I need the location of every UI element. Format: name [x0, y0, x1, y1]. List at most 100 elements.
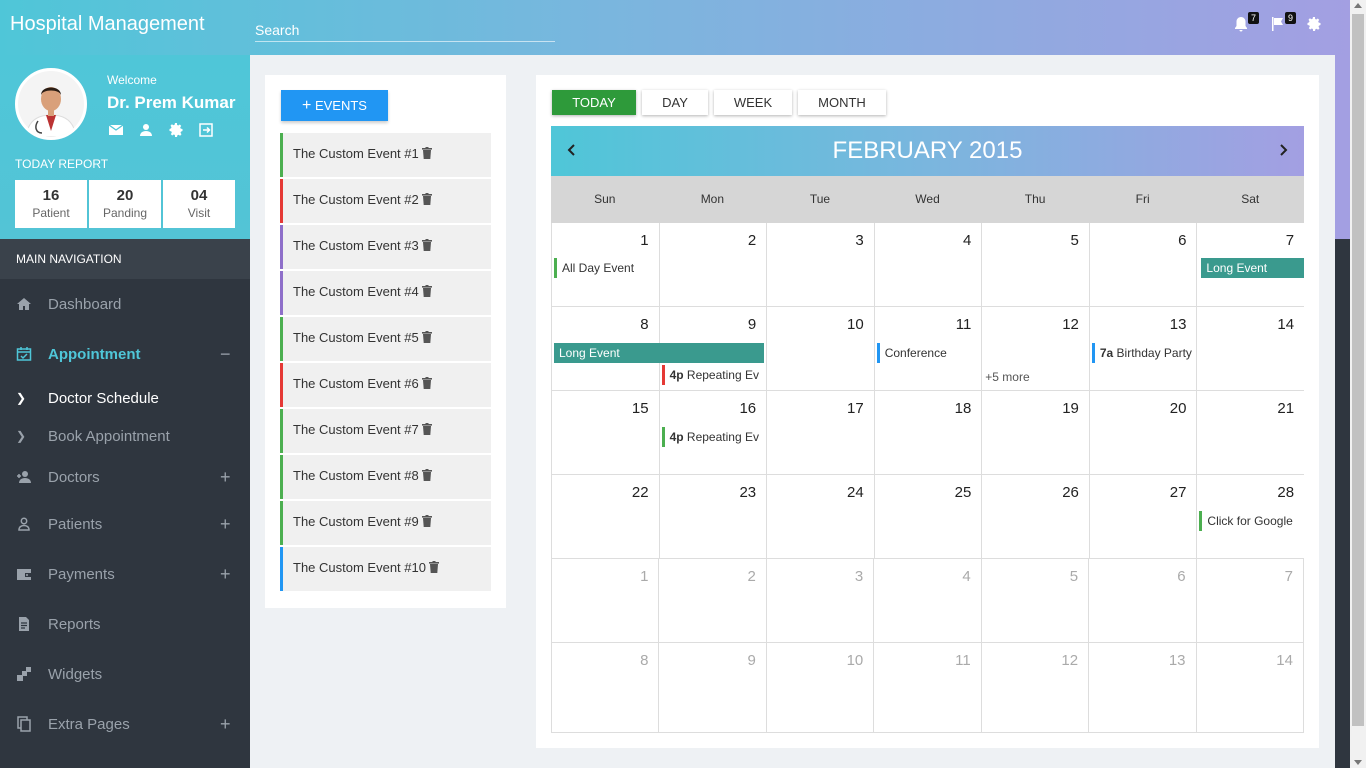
- scroll-down-icon[interactable]: [1354, 760, 1362, 765]
- event-label: The Custom Event #8: [293, 468, 419, 483]
- event-item[interactable]: The Custom Event #9: [280, 501, 491, 545]
- calendar-day[interactable]: 4: [873, 559, 980, 642]
- calendar-day[interactable]: 21: [1196, 391, 1304, 474]
- trash-icon[interactable]: [421, 423, 432, 435]
- bell-icon[interactable]: 7: [1233, 12, 1259, 34]
- nav-doctors[interactable]: Doctors +: [0, 455, 250, 499]
- event-item[interactable]: The Custom Event #2: [280, 179, 491, 223]
- calendar-day[interactable]: 2: [658, 559, 765, 642]
- calendar-day[interactable]: 22: [551, 475, 659, 558]
- calendar-day[interactable]: 2: [658, 223, 767, 306]
- collapse-icon[interactable]: −: [220, 344, 231, 365]
- calendar-day[interactable]: 19: [981, 391, 1089, 474]
- calendar-day[interactable]: 20: [1088, 391, 1197, 474]
- event-item[interactable]: The Custom Event #6: [280, 363, 491, 407]
- scroll-up-icon[interactable]: [1354, 3, 1362, 8]
- event-long[interactable]: Long Event: [1201, 258, 1304, 278]
- trash-icon[interactable]: [428, 561, 439, 573]
- event-all-day[interactable]: All Day Event: [554, 258, 654, 278]
- calendar-day[interactable]: 7: [1195, 559, 1304, 642]
- calendar-day[interactable]: 25: [873, 475, 982, 558]
- calendar-day[interactable]: 23: [658, 475, 767, 558]
- trash-icon[interactable]: [421, 239, 432, 251]
- flag-icon[interactable]: 9: [1270, 12, 1296, 34]
- calendar-day[interactable]: 27: [1088, 475, 1197, 558]
- calendar-day[interactable]: 26: [981, 475, 1089, 558]
- nav-book-appointment[interactable]: ❯ Book Appointment: [0, 417, 250, 455]
- calendar-day[interactable]: 11: [873, 643, 980, 732]
- event-conference[interactable]: Conference: [876, 343, 980, 363]
- nav-payments[interactable]: Payments +: [0, 549, 250, 599]
- trash-icon[interactable]: [421, 285, 432, 297]
- calendar-day[interactable]: 18: [873, 391, 982, 474]
- mail-icon[interactable]: [108, 122, 124, 138]
- search-input[interactable]: [255, 18, 555, 42]
- expand-icon[interactable]: +: [220, 514, 231, 535]
- prev-month-icon[interactable]: [565, 143, 579, 157]
- gear-icon[interactable]: [1306, 16, 1324, 34]
- event-birthday[interactable]: 7a Birthday Party: [1091, 343, 1195, 363]
- event-item[interactable]: The Custom Event #7: [280, 409, 491, 453]
- logout-icon[interactable]: [198, 122, 214, 138]
- nav-dashboard[interactable]: Dashboard: [0, 279, 250, 329]
- event-item[interactable]: The Custom Event #1: [280, 133, 491, 177]
- calendar-day[interactable]: 12: [980, 643, 1088, 732]
- expand-icon[interactable]: +: [220, 467, 231, 488]
- nav-patients[interactable]: Patients +: [0, 499, 250, 549]
- calendar-day[interactable]: 13: [1088, 643, 1195, 732]
- event-repeating[interactable]: 4p Repeating Ev: [661, 427, 765, 447]
- calendar-day[interactable]: 14: [1195, 643, 1304, 732]
- add-events-button[interactable]: + EVENTS: [281, 90, 388, 121]
- calendar-day[interactable]: 24: [766, 475, 874, 558]
- trash-icon[interactable]: [421, 147, 432, 159]
- expand-icon[interactable]: +: [220, 714, 231, 735]
- month-view-button[interactable]: MONTH: [798, 90, 886, 115]
- event-item[interactable]: The Custom Event #4: [280, 271, 491, 315]
- trash-icon[interactable]: [421, 377, 432, 389]
- next-month-icon[interactable]: [1276, 143, 1290, 157]
- calendar-day[interactable]: 3: [765, 559, 873, 642]
- calendar-day[interactable]: 14: [1196, 307, 1304, 390]
- nav-reports[interactable]: Reports: [0, 599, 250, 649]
- calendar-day[interactable]: 10: [766, 307, 874, 390]
- calendar-day[interactable]: 8: [551, 643, 658, 732]
- event-google[interactable]: Click for Google: [1199, 511, 1302, 531]
- events-list: The Custom Event #1 The Custom Event #2 Th…: [280, 133, 491, 593]
- events-panel: + EVENTS The Custom Event #1 The Custom E…: [265, 75, 506, 608]
- expand-icon[interactable]: +: [220, 564, 231, 585]
- trash-icon[interactable]: [421, 331, 432, 343]
- today-button[interactable]: TODAY: [552, 90, 636, 115]
- nav-widgets[interactable]: Widgets: [0, 649, 250, 699]
- calendar-day[interactable]: 5: [981, 223, 1089, 306]
- week-view-button[interactable]: WEEK: [714, 90, 792, 115]
- nav-doctor-schedule[interactable]: ❯ Doctor Schedule: [0, 379, 250, 417]
- calendar-day[interactable]: 15: [551, 391, 659, 474]
- trash-icon[interactable]: [421, 515, 432, 527]
- event-item[interactable]: The Custom Event #5: [280, 317, 491, 361]
- person-icon: [16, 516, 32, 532]
- event-item[interactable]: The Custom Event #10: [280, 547, 491, 591]
- calendar-day[interactable]: 4: [873, 223, 982, 306]
- settings-icon[interactable]: [168, 122, 184, 138]
- user-icon[interactable]: [138, 122, 154, 138]
- calendar-day[interactable]: 10: [765, 643, 873, 732]
- calendar-day[interactable]: 1: [551, 559, 658, 642]
- nav-extra-pages[interactable]: Extra Pages +: [0, 699, 250, 749]
- event-repeating[interactable]: 4p Repeating Ev: [661, 365, 765, 385]
- event-long[interactable]: Long Event: [554, 343, 765, 363]
- event-item[interactable]: The Custom Event #8: [280, 455, 491, 499]
- calendar-day[interactable]: 17: [766, 391, 874, 474]
- calendar-day[interactable]: 6: [1088, 559, 1195, 642]
- trash-icon[interactable]: [421, 193, 432, 205]
- nav-appointment[interactable]: Appointment −: [0, 329, 250, 379]
- calendar-day[interactable]: 6: [1088, 223, 1197, 306]
- day-view-button[interactable]: DAY: [642, 90, 708, 115]
- event-item[interactable]: The Custom Event #3: [280, 225, 491, 269]
- trash-icon[interactable]: [421, 469, 432, 481]
- calendar-day[interactable]: 3: [766, 223, 874, 306]
- page-scrollbar[interactable]: [1350, 0, 1366, 768]
- more-events-link[interactable]: +5 more: [985, 370, 1029, 384]
- calendar-day[interactable]: 5: [980, 559, 1088, 642]
- calendar-day[interactable]: 9: [658, 643, 765, 732]
- scroll-thumb[interactable]: [1352, 14, 1364, 726]
